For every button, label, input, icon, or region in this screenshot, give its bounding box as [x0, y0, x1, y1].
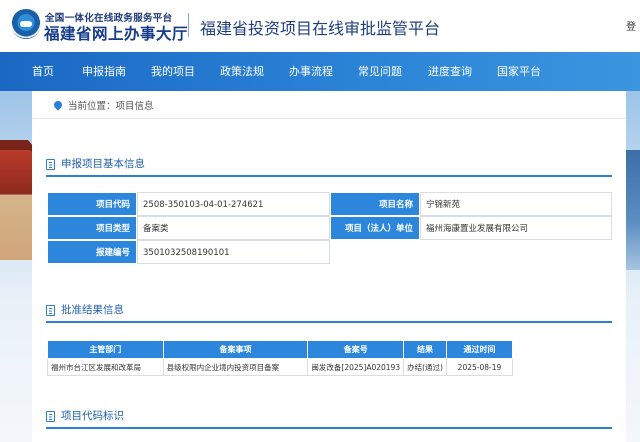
content-panel: 当前位置：项目信息 申报项目基本信息 项目代码 2508-350103-04-0… [32, 91, 626, 442]
logo-title[interactable]: 福建省网上办事大厅 [44, 22, 188, 44]
nav-item-home[interactable]: 首页 [32, 52, 54, 91]
project-name-value: 宁锦新苑 [420, 192, 612, 216]
location-pin-icon [52, 99, 64, 111]
project-type-label: 项目类型 [47, 216, 137, 240]
column-header-pass-time: 通过时间 [445, 340, 514, 359]
cell-pass-time: 2025-08-19 [445, 358, 514, 376]
nav-item-guide[interactable]: 申报指南 [82, 52, 126, 91]
column-header-filing-item: 备案事项 [162, 340, 309, 359]
cell-filing-item: 县级权限内企业境内投资项目备案 [162, 358, 309, 376]
cell-filing-no: 闽发改备[2025]A020193 [307, 358, 405, 376]
document-icon [46, 411, 55, 422]
nav-item-policies[interactable]: 政策法规 [220, 52, 264, 91]
breadcrumb-current: 项目信息 [115, 101, 154, 112]
table-header-row: 主管部门 备案事项 备案号 结果 通过时间 [47, 340, 514, 359]
info-row: 项目类型 备案类 项目（法人）单位 福州海康置业发展有限公司 [47, 216, 612, 240]
section-basic-info-title: 申报项目基本信息 [61, 158, 145, 170]
login-link[interactable]: 登 [626, 18, 636, 33]
legal-unit-label: 项目（法人）单位 [330, 216, 420, 240]
column-header-filing-no: 备案号 [307, 340, 405, 359]
nav-item-faq[interactable]: 常见问题 [358, 52, 402, 91]
legal-unit-value: 福州海康置业发展有限公司 [420, 216, 612, 240]
breadcrumb-prefix: 当前位置： [68, 101, 116, 112]
government-emblem-icon[interactable] [11, 9, 41, 39]
info-row: 项目代码 2508-350103-04-01-274621 项目名称 宁锦新苑 [47, 192, 612, 216]
approval-result-table: 主管部门 备案事项 备案号 结果 通过时间 福州市台江区发展和改革局 县级权限内… [47, 340, 514, 376]
info-row: 报建编号 3501032508190101 [47, 240, 612, 264]
cell-result: 办结(通过) [403, 358, 447, 376]
breadcrumb-divider [32, 118, 626, 119]
section-project-code-rule [46, 427, 612, 429]
document-icon [46, 159, 55, 170]
nav-item-process[interactable]: 办事流程 [289, 52, 333, 91]
report-no-label: 报建编号 [47, 240, 137, 264]
pagoda-decoration [0, 150, 34, 260]
report-no-value: 3501032508190101 [137, 240, 330, 264]
main-nav: 首页 申报指南 我的项目 政策法规 办事流程 常见问题 进度查询 国家平台 [0, 52, 640, 91]
nav-item-my-projects[interactable]: 我的项目 [151, 52, 195, 91]
section-approval-rule [46, 321, 612, 323]
section-approval-title: 批准结果信息 [61, 304, 124, 316]
header-divider [188, 13, 189, 37]
section-project-code-title: 项目代码标识 [61, 410, 124, 422]
project-type-value: 备案类 [137, 216, 330, 240]
project-name-label: 项目名称 [330, 192, 420, 216]
site-header: 全国一体化在线政务服务平台 福建省网上办事大厅 福建省投资项目在线审批监管平台 … [0, 0, 640, 52]
site-title: 福建省投资项目在线审批监管平台 [200, 19, 441, 38]
cell-department: 福州市台江区发展和改革局 [47, 358, 164, 376]
project-code-value: 2508-350103-04-01-274621 [137, 192, 330, 216]
column-header-department: 主管部门 [47, 340, 164, 359]
section-basic-info-rule [46, 175, 612, 177]
table-row[interactable]: 福州市台江区发展和改革局 县级权限内企业境内投资项目备案 闽发改备[2025]A… [47, 358, 514, 376]
column-header-result: 结果 [403, 340, 447, 359]
project-code-label: 项目代码 [47, 192, 137, 216]
nav-item-national-platform[interactable]: 国家平台 [497, 52, 541, 91]
nav-item-progress[interactable]: 进度查询 [428, 52, 472, 91]
document-icon [46, 305, 55, 316]
breadcrumb: 当前位置：项目信息 [52, 99, 154, 115]
